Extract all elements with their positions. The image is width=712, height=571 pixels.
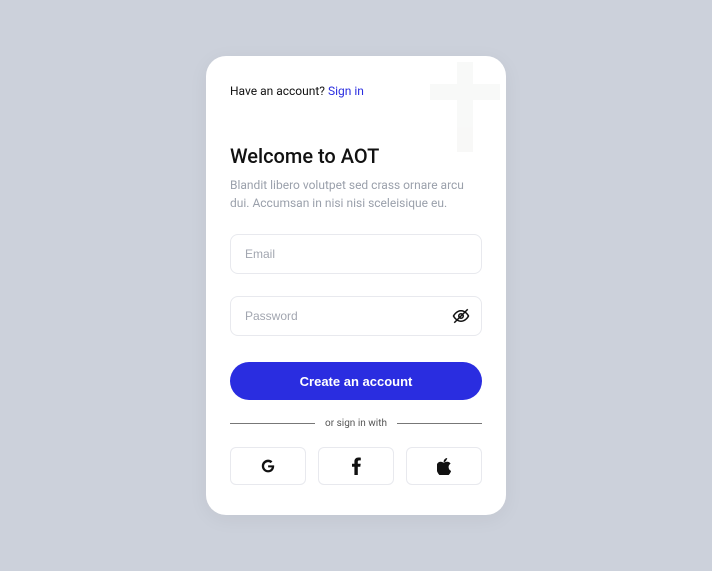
divider-line-left [230,423,315,424]
cross-decoration-icon [430,62,500,152]
social-buttons-row [230,447,482,485]
social-divider: or sign in with [230,418,482,429]
apple-signin-button[interactable] [406,447,482,485]
sign-in-link[interactable]: Sign in [328,84,364,98]
email-field-wrapper [230,234,482,274]
signup-card: Have an account? Sign in Welcome to AOT … [206,56,506,515]
page-title: Welcome to AOT [230,144,482,168]
divider-label: or sign in with [325,418,387,429]
top-prompt: Have an account? Sign in [230,84,482,98]
facebook-signin-button[interactable] [318,447,394,485]
apple-icon [437,458,451,475]
create-account-button[interactable]: Create an account [230,362,482,400]
facebook-icon [352,457,361,475]
google-icon [260,458,276,474]
page-subtitle: Blandit libero volutpet sed crass ornare… [230,176,482,212]
google-signin-button[interactable] [230,447,306,485]
divider-line-right [397,423,482,424]
have-account-text: Have an account? [230,84,328,98]
password-field[interactable] [230,296,482,336]
email-field[interactable] [230,234,482,274]
eye-off-icon [452,307,470,325]
password-field-wrapper [230,296,482,336]
toggle-password-visibility[interactable] [452,307,470,325]
